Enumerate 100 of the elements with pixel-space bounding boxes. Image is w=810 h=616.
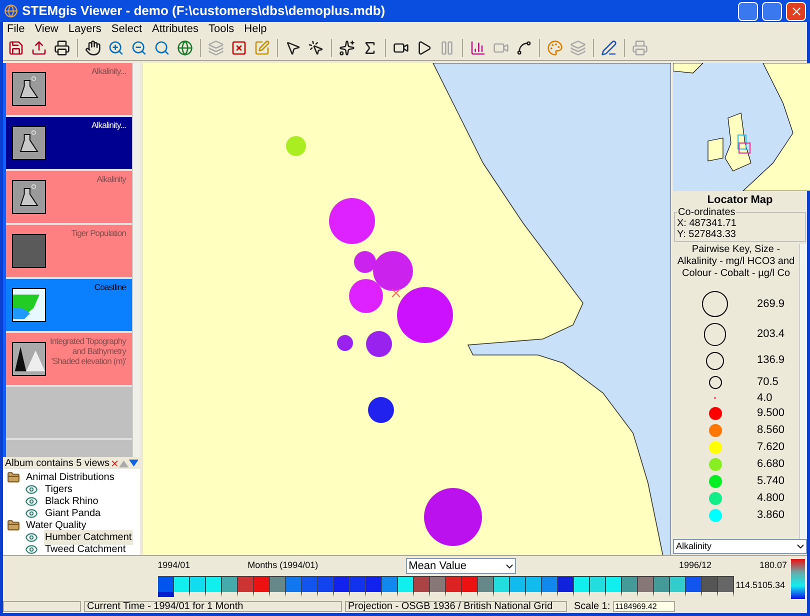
palette-icon bbox=[547, 40, 563, 56]
current-value: 114.5 bbox=[736, 579, 758, 592]
time-cell[interactable] bbox=[286, 576, 302, 597]
photo-placeholder bbox=[12, 234, 46, 268]
menu-item[interactable]: Help bbox=[244, 20, 267, 38]
eye-icon bbox=[25, 482, 38, 496]
layer-item[interactable]: Alkalinity... bbox=[6, 117, 132, 171]
menu-item[interactable]: Attributes bbox=[152, 20, 198, 38]
time-cell[interactable] bbox=[398, 576, 414, 597]
colour-ramp bbox=[791, 559, 805, 599]
time-cell[interactable] bbox=[318, 576, 334, 597]
layers-icon bbox=[570, 40, 586, 56]
menu-item[interactable]: Select bbox=[111, 20, 142, 38]
time-cell[interactable] bbox=[446, 576, 462, 597]
scrollbar[interactable] bbox=[132, 63, 140, 457]
album-view[interactable]: Humber Catchment bbox=[44, 530, 133, 544]
time-cell[interactable] bbox=[574, 576, 590, 597]
key-title: Pairwise Key, Size - Alkalinity - mg/l HCO3 and Colour - Cobalt - µg/l Co bbox=[676, 244, 796, 280]
key-value: 8.560 bbox=[757, 423, 785, 438]
time-cell[interactable] bbox=[510, 576, 526, 597]
time-cell[interactable] bbox=[222, 576, 238, 597]
upload-icon bbox=[31, 40, 47, 56]
end-date: 1996/12 bbox=[679, 559, 713, 572]
pause-icon bbox=[439, 40, 455, 56]
time-cell[interactable] bbox=[206, 576, 222, 597]
album-view[interactable]: Black Rhino bbox=[44, 494, 100, 508]
time-cell[interactable] bbox=[718, 576, 734, 597]
menu-item[interactable]: View bbox=[34, 20, 58, 38]
period-label: Months (1994/01) bbox=[248, 559, 320, 572]
time-cell[interactable] bbox=[302, 576, 318, 597]
time-cell[interactable] bbox=[334, 576, 350, 597]
time-cell[interactable] bbox=[254, 576, 270, 597]
key-scrollbar[interactable] bbox=[799, 244, 807, 539]
time-cell[interactable] bbox=[190, 576, 206, 597]
time-cell[interactable] bbox=[702, 576, 718, 597]
globe-icon bbox=[177, 40, 193, 56]
time-cell[interactable] bbox=[606, 576, 622, 597]
statistic-select[interactable]: Mean Value bbox=[406, 558, 516, 574]
time-cell[interactable] bbox=[638, 576, 654, 597]
album-group[interactable]: Water Quality bbox=[26, 518, 86, 532]
toolbar-button[interactable] bbox=[52, 38, 72, 58]
flask-icon bbox=[12, 72, 46, 106]
time-cell[interactable] bbox=[174, 576, 190, 597]
close-icon bbox=[790, 4, 802, 18]
max-value: 180.07 bbox=[758, 559, 788, 572]
key-value: 3.860 bbox=[757, 508, 785, 524]
time-cell[interactable] bbox=[654, 576, 670, 597]
layer-title: Alkalinity bbox=[96, 174, 126, 184]
menu-item[interactable]: File bbox=[7, 20, 25, 38]
delete-icon[interactable] bbox=[110, 458, 119, 468]
toolbar-button[interactable] bbox=[83, 38, 103, 58]
album-view[interactable]: Tweed Catchment bbox=[44, 542, 127, 556]
layer-item[interactable]: Coastline bbox=[6, 279, 132, 333]
field-select[interactable]: Alkalinity bbox=[673, 539, 807, 554]
key-value: 5.740 bbox=[757, 474, 785, 490]
toolbar-button[interactable] bbox=[337, 38, 357, 58]
close-button[interactable] bbox=[786, 2, 806, 20]
window-title: STEMgis Viewer - demo (F:\customers\dbs\demoplus.mdb) bbox=[22, 2, 386, 20]
time-cell[interactable] bbox=[622, 576, 638, 597]
time-cell[interactable] bbox=[430, 576, 446, 597]
album-view[interactable]: Giant Panda bbox=[44, 506, 102, 520]
time-cell[interactable] bbox=[366, 576, 382, 597]
hand-icon bbox=[85, 40, 101, 56]
bar-chart-icon bbox=[470, 40, 486, 56]
time-cell[interactable] bbox=[558, 576, 574, 597]
time-cell[interactable] bbox=[350, 576, 366, 597]
play-icon bbox=[416, 40, 432, 56]
time-cell[interactable] bbox=[526, 576, 542, 597]
layer-title: Alkalinity... bbox=[90, 120, 126, 130]
print-icon bbox=[632, 40, 648, 56]
menu-item[interactable]: Tools bbox=[208, 20, 234, 38]
remove-layer-icon bbox=[231, 40, 247, 56]
menu-item[interactable]: Layers bbox=[68, 20, 102, 38]
time-cell[interactable] bbox=[670, 576, 686, 597]
album-group[interactable]: Animal Distributions bbox=[26, 470, 114, 484]
time-cell[interactable] bbox=[238, 576, 254, 597]
time-cell[interactable] bbox=[158, 576, 174, 597]
key-value: 7.620 bbox=[757, 440, 785, 456]
layer-title: Coastline bbox=[93, 282, 126, 292]
time-cell[interactable] bbox=[478, 576, 494, 597]
down-triangle-icon[interactable] bbox=[128, 458, 138, 468]
maximize-button[interactable] bbox=[762, 2, 782, 20]
zoom-in-icon bbox=[108, 40, 124, 56]
time-cell[interactable] bbox=[590, 576, 606, 597]
album-view[interactable]: Tigers bbox=[44, 482, 74, 496]
spline-icon bbox=[516, 40, 532, 56]
time-cell[interactable] bbox=[686, 576, 702, 597]
app-globe-icon bbox=[4, 4, 18, 18]
scale-label: Scale 1: bbox=[574, 600, 610, 614]
time-cell[interactable] bbox=[542, 576, 558, 597]
y-coordinate: Y: 527843.33 bbox=[677, 229, 737, 240]
time-cell[interactable] bbox=[270, 576, 286, 597]
toolbar-button[interactable] bbox=[599, 38, 619, 58]
time-cell[interactable] bbox=[494, 576, 510, 597]
time-cell[interactable] bbox=[462, 576, 478, 597]
eye-icon bbox=[25, 506, 38, 520]
time-cell[interactable] bbox=[414, 576, 430, 597]
minimize-button[interactable] bbox=[738, 2, 758, 20]
time-cell[interactable] bbox=[382, 576, 398, 597]
sparkles-icon bbox=[339, 40, 355, 56]
